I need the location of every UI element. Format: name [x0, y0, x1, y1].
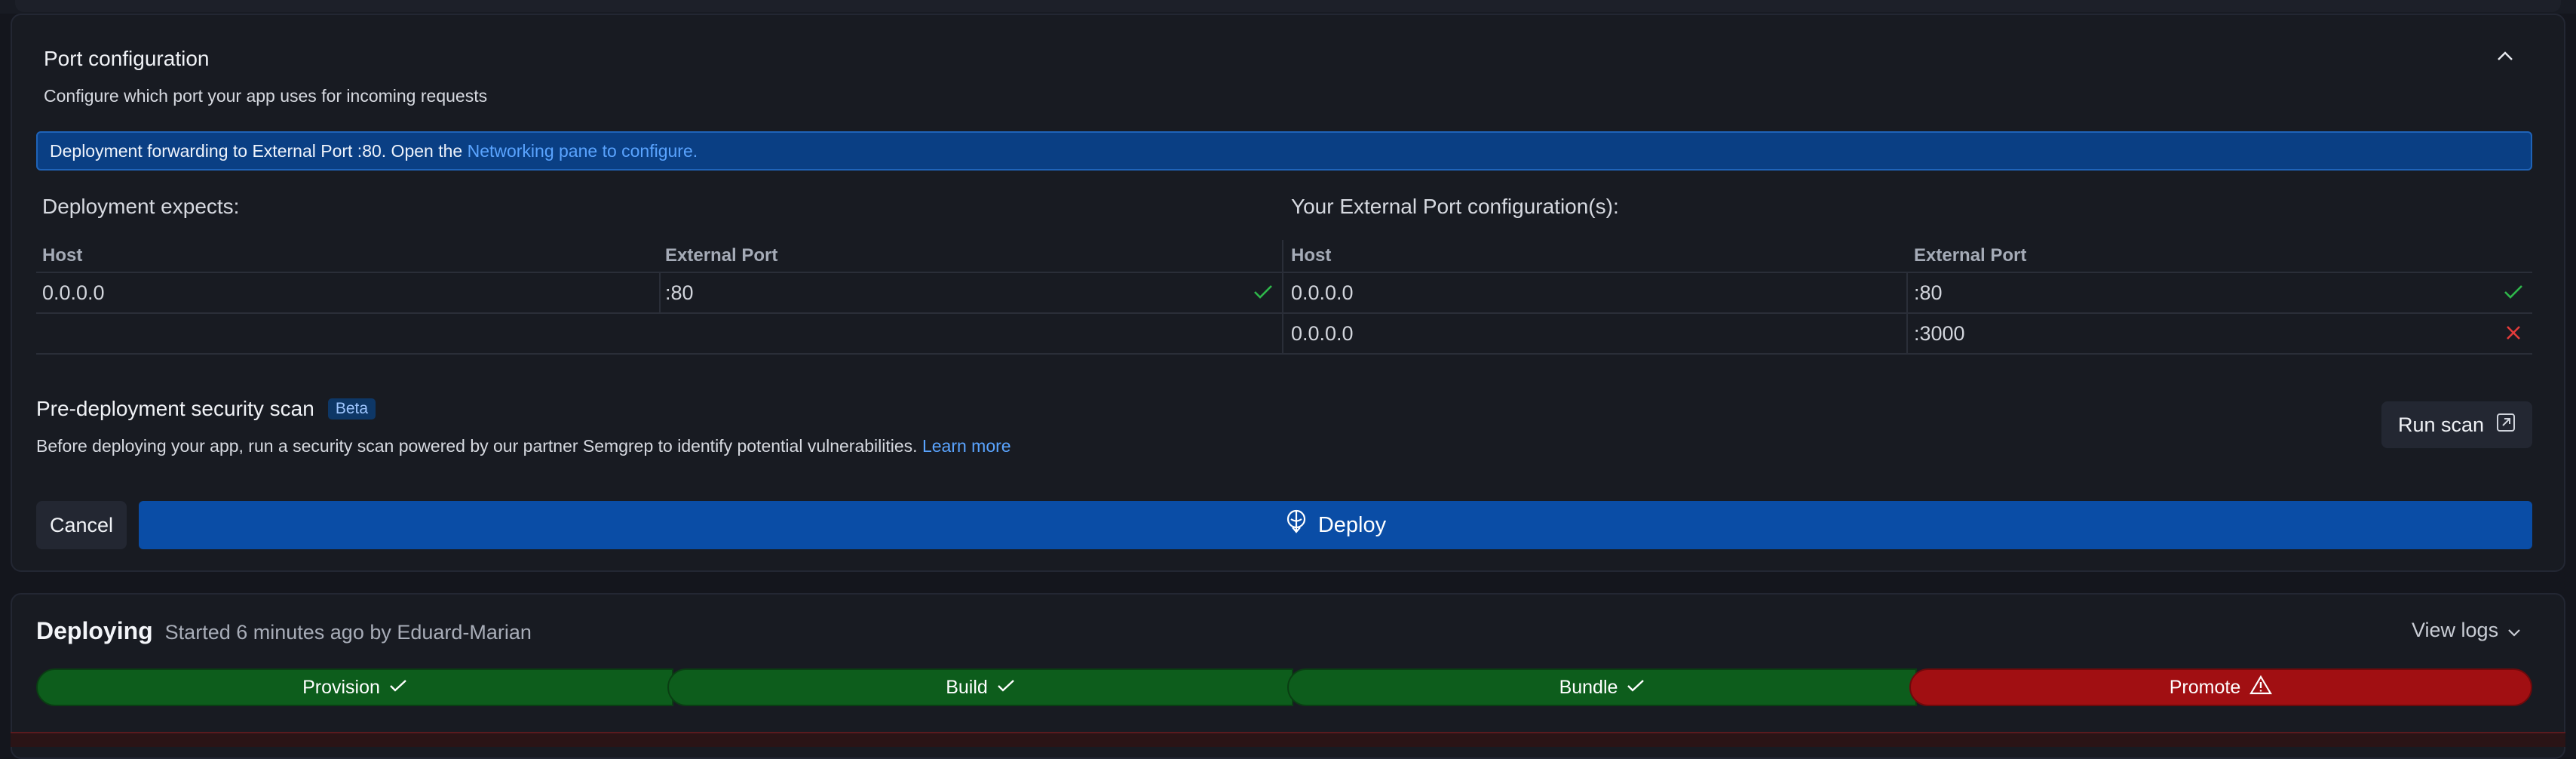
stage-promote-label: Promote	[2169, 676, 2241, 698]
previous-section-card	[15, 0, 2561, 12]
collapse-chevron-up-icon[interactable]	[2490, 41, 2520, 71]
stage-build: Build	[667, 668, 1293, 706]
table-split-divider	[1282, 240, 1283, 355]
port-config-title: Port configuration	[44, 47, 210, 70]
security-scan-description-line: Before deploying your app, run a securit…	[36, 436, 1011, 456]
stage-provision: Provision	[36, 668, 673, 706]
deployment-expects-heading: Deployment expects:	[42, 195, 240, 218]
external-row1-port: :80	[1914, 281, 1943, 304]
check-icon	[389, 677, 407, 699]
cancel-label: Cancel	[49, 513, 114, 536]
table-row-divider	[36, 312, 2532, 314]
external-row2-host: 0.0.0.0	[1291, 322, 1354, 345]
expects-row-host: 0.0.0.0	[42, 281, 105, 304]
external-row2-port: :3000	[1914, 322, 1965, 345]
error-x-icon	[2505, 324, 2522, 345]
deployment-meta: Started 6 minutes ago by Eduard-Marian	[164, 621, 532, 644]
deploy-button[interactable]: Deploy	[139, 501, 2532, 549]
external-port-config-heading: Your External Port configuration(s):	[1291, 195, 1619, 218]
port-forwarding-banner: Deployment forwarding to External Port :…	[36, 131, 2532, 171]
deploy-label: Deploy	[1317, 512, 1387, 537]
error-section-edge	[11, 732, 2565, 747]
expects-cell-divider	[659, 273, 661, 312]
deployment-status-title: Deploying	[36, 617, 153, 644]
expects-row-port: :80	[665, 281, 694, 304]
chevron-down-icon	[2507, 619, 2521, 642]
external-row1-host: 0.0.0.0	[1291, 281, 1354, 304]
deployment-status-header: Deploying Started 6 minutes ago by Eduar…	[36, 617, 532, 645]
check-icon	[1627, 677, 1645, 699]
stage-promote: Promote	[1909, 668, 2532, 706]
learn-more-link[interactable]: Learn more	[922, 436, 1011, 456]
expects-col-host: Host	[42, 245, 83, 266]
security-scan-description: Before deploying your app, run a securit…	[36, 436, 918, 456]
external-link-icon	[2496, 413, 2516, 438]
table-header-divider	[36, 272, 2532, 273]
warning-triangle-icon	[2249, 674, 2273, 700]
banner-text: Deployment forwarding to External Port :…	[50, 140, 463, 161]
check-icon	[2504, 284, 2523, 304]
external-cell-divider	[1906, 273, 1908, 353]
expects-col-port: External Port	[665, 245, 778, 266]
security-scan-title: Pre-deployment security scan	[36, 397, 314, 420]
port-config-subtitle: Configure which port your app uses for i…	[44, 86, 488, 106]
stage-bundle: Bundle	[1287, 668, 1917, 706]
external-col-port: External Port	[1914, 245, 2027, 266]
beta-badge: Beta	[327, 398, 376, 419]
check-icon	[997, 677, 1015, 699]
networking-pane-link[interactable]: Networking pane to configure.	[468, 141, 698, 161]
table-bottom-divider	[36, 353, 2532, 355]
stage-build-label: Build	[946, 676, 988, 698]
check-icon	[1253, 284, 1273, 304]
external-col-host: Host	[1291, 245, 1332, 266]
run-scan-label: Run scan	[2397, 413, 2485, 436]
security-scan-header: Pre-deployment security scan Beta	[36, 397, 376, 421]
cancel-button[interactable]: Cancel	[36, 501, 127, 549]
stage-bundle-label: Bundle	[1559, 676, 1618, 698]
stage-provision-label: Provision	[302, 676, 380, 698]
deploy-icon	[1285, 509, 1308, 541]
view-logs-button[interactable]: View logs	[2412, 619, 2521, 642]
run-scan-button[interactable]: Run scan	[2381, 401, 2532, 448]
view-logs-label: View logs	[2412, 619, 2499, 641]
